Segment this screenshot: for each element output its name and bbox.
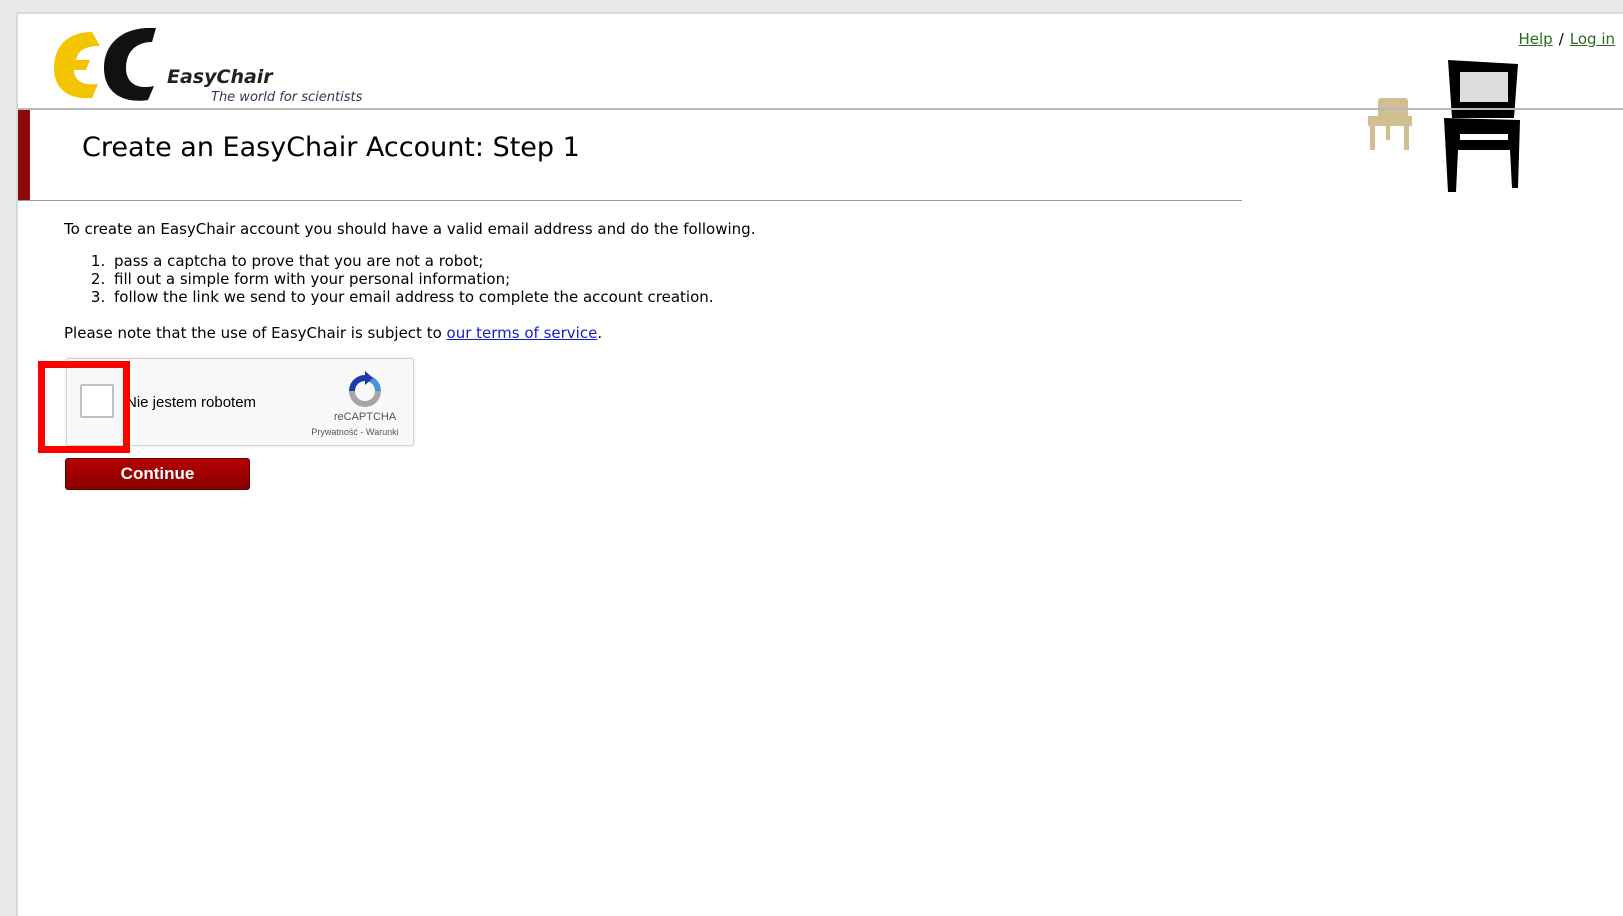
main-content: To create an EasyChair account you shoul… (64, 218, 964, 344)
header: EasyChair The world for scientists Help /… (18, 14, 1623, 192)
logo-tagline: The world for scientists (211, 90, 363, 105)
note-suffix: . (597, 324, 603, 342)
terms-of-service-link[interactable]: our terms of service (447, 324, 598, 342)
recaptcha-label: Nie jestem robotem (126, 394, 257, 411)
chair-illustration-icon (1368, 60, 1520, 192)
logo-wordmark: EasyChair (167, 66, 273, 88)
login-link[interactable]: Log in (1570, 30, 1615, 48)
list-item: follow the link we send to your email ad… (110, 288, 964, 306)
list-item: fill out a simple form with your persona… (110, 270, 964, 288)
link-separator: / (1558, 30, 1564, 48)
continue-button[interactable]: Continue (65, 458, 250, 490)
recaptcha-logo-icon (349, 371, 381, 407)
note-prefix: Please note that the use of EasyChair is… (64, 324, 447, 342)
recaptcha-privacy-link[interactable]: Prywatność (311, 427, 358, 437)
page-frame: EasyChair The world for scientists Help /… (16, 12, 1623, 916)
top-links: Help / Log in (1519, 30, 1616, 48)
page-title: Create an EasyChair Account: Step 1 (82, 132, 580, 163)
terms-note: Please note that the use of EasyChair is… (64, 322, 964, 344)
title-accent-bar (18, 110, 30, 200)
checkbox-highlight-box (38, 361, 130, 453)
intro-text: To create an EasyChair account you shoul… (64, 220, 756, 238)
recaptcha-brand: reCAPTCHA (333, 411, 397, 423)
easychair-logo[interactable]: EasyChair The world for scientists (52, 27, 382, 105)
title-band: Create an EasyChair Account: Step 1 (18, 110, 1242, 201)
steps-list: pass a captcha to prove that you are not… (64, 252, 964, 306)
recaptcha-terms-link[interactable]: Warunki (366, 427, 399, 437)
list-item: pass a captcha to prove that you are not… (110, 252, 964, 270)
ec-logo-icon (54, 27, 156, 101)
recaptcha-links-separator: - (357, 427, 366, 437)
recaptcha-links: Prywatność - Warunki (299, 427, 411, 437)
help-link[interactable]: Help (1519, 30, 1553, 48)
